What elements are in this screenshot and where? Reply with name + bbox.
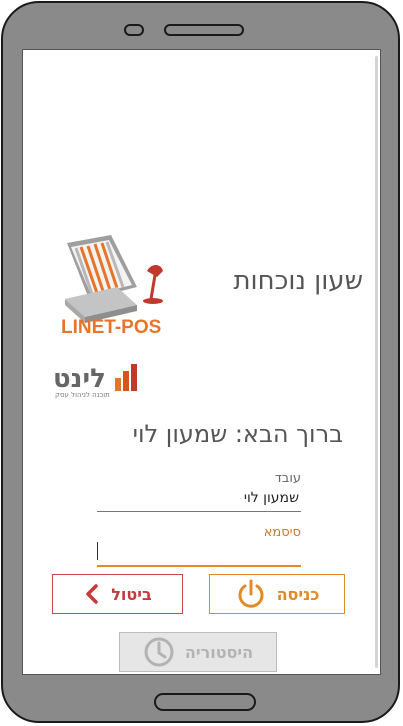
cancel-label: ביטול <box>111 584 152 604</box>
welcome-message: ברוך הבא: שמעון לוי <box>132 420 343 448</box>
password-label: סיסמא <box>263 525 301 540</box>
enter-label: כניסה <box>276 584 320 604</box>
linet-pos-logo: LINET-POS <box>59 235 169 341</box>
scrollbar[interactable] <box>375 56 378 668</box>
enter-button[interactable]: כניסה <box>209 574 345 614</box>
home-button[interactable] <box>154 693 256 711</box>
linet-logo-text: לינט <box>53 364 106 394</box>
pos-logo-text: LINET-POS <box>61 317 161 337</box>
password-input[interactable] <box>97 543 301 567</box>
history-label: היסטוריה <box>184 642 254 662</box>
linet-logo: לינט תוכנה לניהול עסק <box>53 360 149 404</box>
clock-icon <box>143 636 175 668</box>
text-cursor <box>97 542 98 560</box>
history-button[interactable]: היסטוריה <box>119 632 277 672</box>
camera <box>124 24 144 36</box>
speaker <box>164 24 244 36</box>
app-screen: שעון נוכחות LINET-POS לינט תוכנה לניהול … <box>22 49 381 675</box>
linet-tagline: תוכנה לניהול עסק <box>55 391 110 399</box>
chevron-left-icon <box>83 583 101 605</box>
employee-label: עובד <box>274 471 301 486</box>
cancel-button[interactable]: ביטול <box>52 574 183 614</box>
power-icon <box>235 578 267 610</box>
employee-field[interactable]: שמעון לוי <box>97 486 301 512</box>
page-title: שעון נוכחות <box>233 266 363 296</box>
